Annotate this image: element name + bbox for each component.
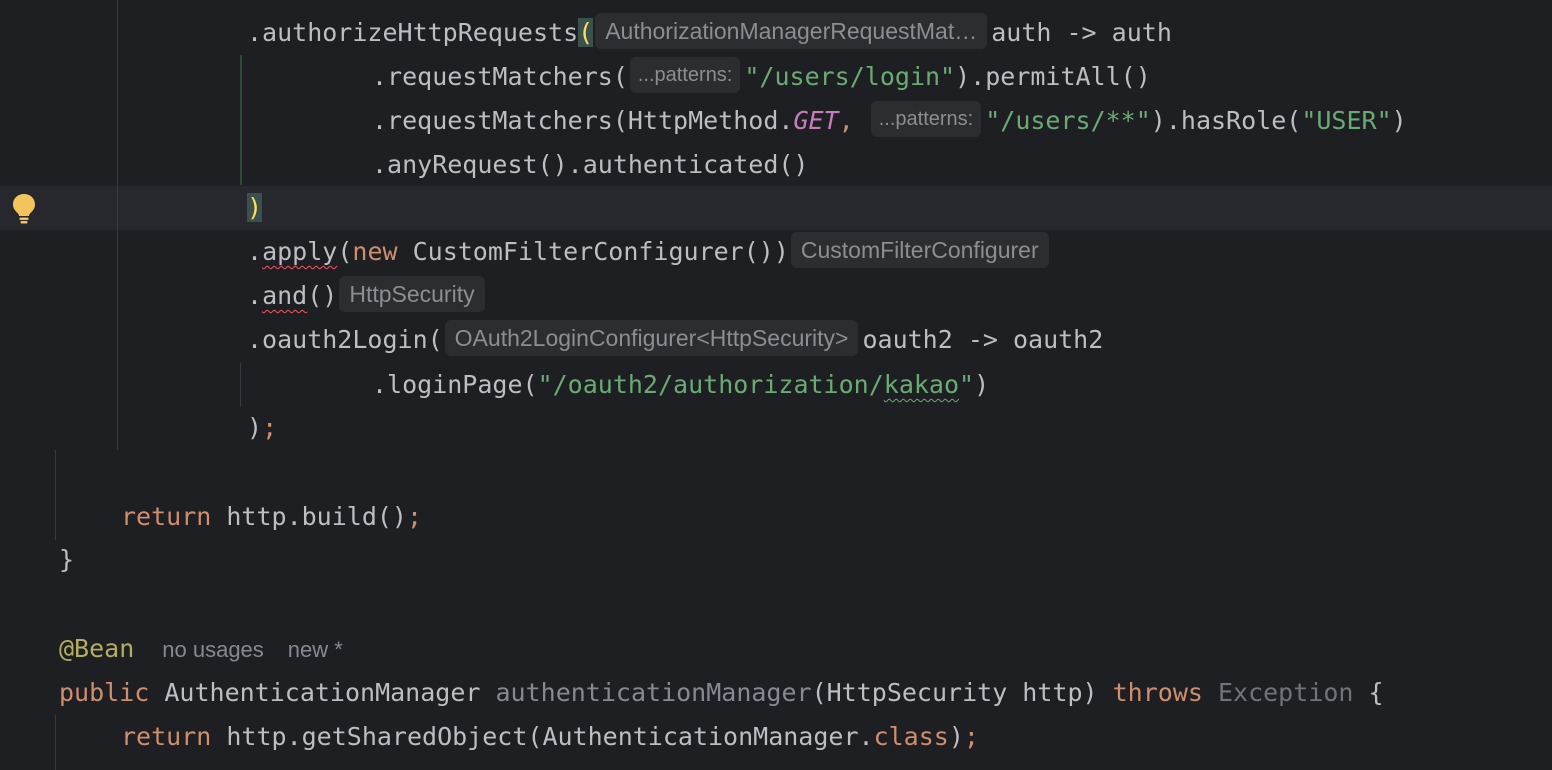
open-brace: {	[1353, 678, 1384, 707]
method-call: .requestMatchers(	[372, 62, 628, 91]
string-literal: "/users/**"	[985, 106, 1151, 135]
close-paren: )	[247, 413, 263, 442]
inlay-type-hint[interactable]: OAuth2LoginConfigurer<HttpSecurity>	[444, 320, 859, 356]
method-call: ).hasRole(	[1150, 106, 1302, 135]
inlay-type-hint[interactable]: HttpSecurity	[339, 276, 485, 312]
code-line[interactable]: .authorizeHttpRequests(AuthorizationMana…	[247, 11, 1172, 55]
expression: http.build()	[211, 502, 407, 531]
code-line[interactable]: public AuthenticationManager authenticat…	[59, 671, 1384, 715]
code-line[interactable]: return http.build();	[121, 495, 422, 539]
code-line[interactable]: .oauth2Login(OAuth2LoginConfigurer<HttpS…	[247, 318, 1103, 362]
matched-paren: )	[247, 193, 263, 222]
indent-guide-active	[240, 55, 242, 185]
code-line[interactable]: .and() HttpSecurity	[247, 274, 489, 318]
comma: ,	[838, 106, 854, 135]
code-line[interactable]: );	[247, 406, 277, 450]
keyword-return: return	[121, 722, 212, 751]
open-paren: (	[337, 237, 353, 266]
annotation: @Bean	[59, 634, 135, 663]
semicolon: ;	[963, 722, 979, 751]
code-line[interactable]: .apply(new CustomFilterConfigurer()) Cust…	[247, 230, 1053, 274]
deprecated-method[interactable]: apply	[262, 237, 337, 266]
return-type: AuthenticationManager	[149, 678, 496, 707]
string-literal: "	[959, 370, 975, 399]
lightbulb-icon[interactable]	[10, 192, 38, 224]
expression: http.getSharedObject(AuthenticationManag…	[211, 722, 874, 751]
keyword-class: class	[873, 722, 949, 751]
current-line-highlight	[0, 186, 1552, 230]
enum-constant: GET	[793, 106, 839, 135]
code-line[interactable]: @Bean no usages new *	[59, 627, 343, 671]
code-line[interactable]: .anyRequest().authenticated()	[372, 143, 809, 187]
dot: .	[247, 237, 263, 266]
code-line[interactable]: .requestMatchers(HttpMethod.GET, ...patt…	[372, 99, 1407, 143]
code-line[interactable]: }	[59, 538, 74, 582]
method-name[interactable]: authenticationManager	[496, 678, 812, 707]
call-parens: ()	[307, 281, 338, 310]
indent-guide	[240, 363, 241, 407]
indent-guide	[117, 0, 118, 450]
method-call: .loginPage(	[372, 370, 538, 399]
inlay-type-hint[interactable]: AuthorizationManagerRequestMat…	[595, 13, 988, 49]
code-line[interactable]: .requestMatchers(...patterns: "/users/log…	[372, 55, 1151, 99]
lambda-text: oauth2 -> oauth2	[862, 325, 1104, 354]
indent-guide	[55, 450, 56, 540]
close-brace: }	[59, 545, 75, 574]
parameters: (HttpSecurity http)	[811, 678, 1113, 707]
close-paren: )	[1391, 106, 1407, 135]
inlay-type-hint[interactable]: CustomFilterConfigurer	[790, 232, 1049, 268]
matched-paren: (	[578, 18, 594, 47]
method-call: .oauth2Login(	[247, 325, 443, 354]
code-line[interactable]: .loginPage("/oauth2/authorization/kakao"…	[372, 363, 989, 407]
semicolon: ;	[262, 413, 278, 442]
lambda-text: auth -> auth	[991, 18, 1172, 47]
code-editor[interactable]: .authorizeHttpRequests(AuthorizationMana…	[0, 0, 1552, 770]
dot: .	[247, 281, 263, 310]
keyword-new: new	[352, 237, 398, 266]
method-call: ).permitAll()	[955, 62, 1151, 91]
keyword-return: return	[121, 502, 212, 531]
exception-type: Exception	[1202, 678, 1354, 707]
deprecated-method[interactable]: and	[262, 281, 307, 310]
typo-word: kakao	[883, 370, 960, 399]
close-paren: )	[948, 722, 964, 751]
inlay-parameter-hint[interactable]: ...patterns:	[629, 57, 741, 93]
inlay-parameter-hint[interactable]: ...patterns:	[870, 101, 982, 137]
keyword-throws: throws	[1112, 678, 1203, 707]
code-line-current[interactable]: )	[247, 186, 263, 230]
semicolon: ;	[406, 502, 423, 531]
method-call: .requestMatchers(HttpMethod.	[372, 106, 794, 135]
keyword-public: public	[59, 678, 150, 707]
string-literal: "/users/login"	[744, 62, 956, 91]
code-line[interactable]: return http.getSharedObject(Authenticati…	[121, 715, 979, 759]
constructor-call: CustomFilterConfigurer())	[397, 237, 789, 266]
author-hint[interactable]: new *	[288, 637, 343, 662]
method-call: .anyRequest().authenticated()	[372, 150, 809, 179]
string-literal: "/oauth2/authorization/	[537, 370, 884, 399]
close-paren: )	[974, 370, 990, 399]
string-literal: "USER"	[1301, 106, 1392, 135]
indent-guide	[55, 715, 56, 770]
method-call: .authorizeHttpRequests	[247, 18, 579, 47]
usages-hint[interactable]: no usages	[162, 637, 264, 662]
